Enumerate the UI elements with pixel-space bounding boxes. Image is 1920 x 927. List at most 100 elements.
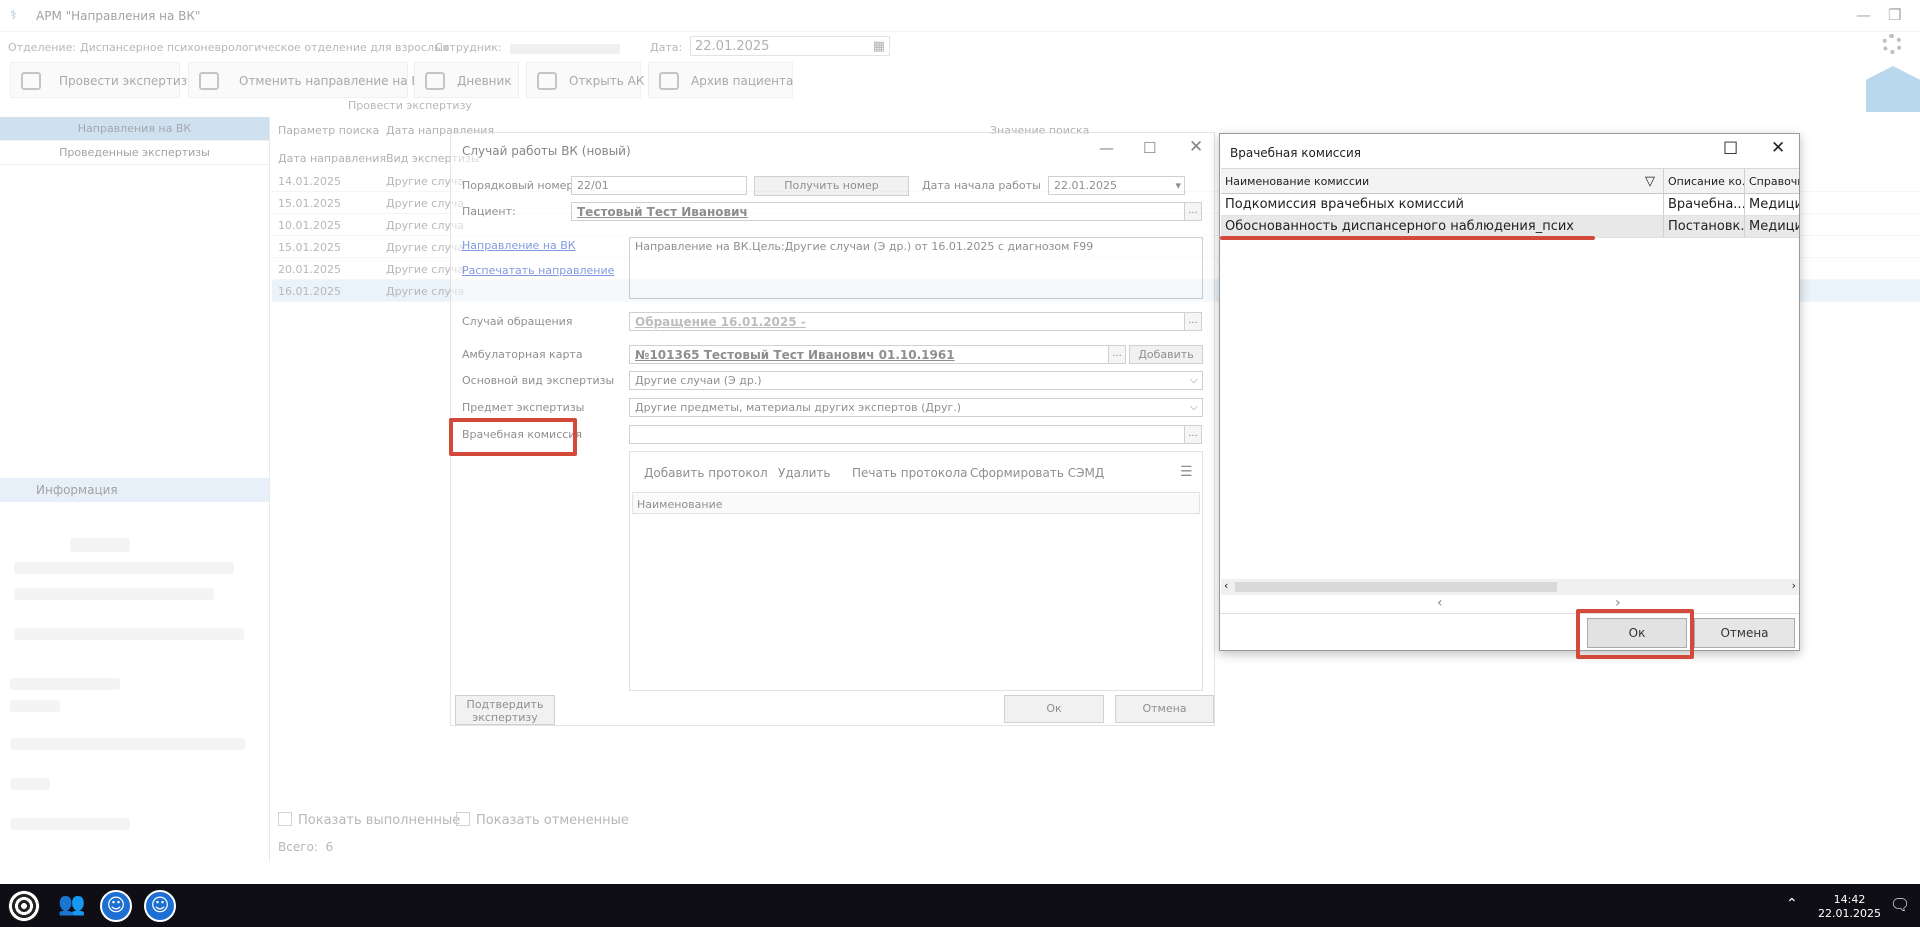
search-param-label: Параметр поиска xyxy=(278,124,380,137)
patient-archive-button[interactable]: Архив пациента xyxy=(648,62,793,98)
card-browse-button[interactable]: ... xyxy=(1108,345,1126,364)
card-label: Амбулаторная карта xyxy=(462,348,583,361)
main-kind-select[interactable]: Другие случаи (Э др.) ⌵ xyxy=(629,371,1203,390)
commission-row-ref-selected[interactable]: Медицин xyxy=(1745,216,1799,238)
visit-label: Случай обращения xyxy=(462,315,573,328)
taskbar-clock[interactable]: 14:42 22.01.2025 xyxy=(1818,893,1881,921)
tray-chevron-up-icon[interactable]: ⌃ xyxy=(1786,896,1798,912)
commission-field[interactable] xyxy=(629,425,1185,444)
info-panel-header: Информация xyxy=(0,478,269,502)
clock-time: 14:42 xyxy=(1833,893,1866,906)
diary-button[interactable]: Дневник xyxy=(414,62,519,98)
taskbar: 👥 ☺ ☺ ⌃ 🗨 xyxy=(0,884,1920,927)
start-fingerprint-icon[interactable] xyxy=(8,890,40,922)
close-icon[interactable]: ✕ xyxy=(1771,138,1785,158)
commission-row-desc-selected[interactable]: Постановк... xyxy=(1664,216,1745,238)
show-done-checkbox[interactable]: Показать выполненные xyxy=(278,812,460,828)
case-ok-button[interactable]: Ок xyxy=(1004,695,1104,723)
chevron-down-icon[interactable]: ▾ xyxy=(1175,179,1181,192)
restore-icon[interactable]: ❐ xyxy=(1888,6,1901,24)
grid-col-date[interactable]: Дата направления xyxy=(278,152,386,165)
get-number-button[interactable]: Получить номер xyxy=(754,176,909,196)
page-prev-icon[interactable]: ‹ xyxy=(1437,595,1443,611)
maximize-icon[interactable]: ☐ xyxy=(1143,139,1156,157)
card-field[interactable]: №101365 Тестовый Тест Иванович 01.10.196… xyxy=(629,345,1109,364)
info-panel: Информация xyxy=(0,478,270,862)
app-titlebar: ⚕ АРМ "Направления на ВК" — ❐ xyxy=(0,0,1920,32)
seq-input[interactable]: 22/01 xyxy=(571,176,747,195)
settings-gear-icon[interactable] xyxy=(1882,34,1902,54)
print-referral-link[interactable]: Распечатать направление xyxy=(462,264,614,277)
date-input[interactable]: 22.01.2025 ▦ xyxy=(690,36,890,56)
subject-label: Предмет экспертизы xyxy=(462,401,585,414)
maximize-icon[interactable]: ☐ xyxy=(1723,139,1738,159)
delete-protocol-button[interactable]: Удалить xyxy=(778,466,831,480)
patient-label: Пациент: xyxy=(462,205,516,218)
referral-link[interactable]: Направление на ВК xyxy=(462,239,576,252)
menu-icon[interactable]: ☰ xyxy=(1180,464,1193,480)
notification-icon[interactable]: 🗨 xyxy=(1890,895,1910,914)
case-dialog-title: Случай работы ВК (новый) xyxy=(462,144,631,158)
subject-select[interactable]: Другие предметы, материалы других экспер… xyxy=(629,398,1203,417)
conduct-exam-button[interactable]: Провести экспертизу xyxy=(10,62,194,98)
patient-field[interactable]: Тестовый Тест Иванович xyxy=(571,202,1185,221)
print-protocol-button[interactable]: Печать протокола xyxy=(852,466,967,480)
scroll-right-icon[interactable]: › xyxy=(1792,579,1796,592)
calendar-icon[interactable]: ▦ xyxy=(873,39,885,54)
commission-cancel-button[interactable]: Отмена xyxy=(1694,618,1795,648)
people-cancel-icon xyxy=(199,72,219,90)
start-date-label: Дата начала работы xyxy=(922,179,1041,192)
start-date-input[interactable]: 22.01.2025 ▾ xyxy=(1048,176,1185,195)
filter-triangle-icon[interactable]: ▽ xyxy=(1645,169,1655,193)
form-semd-button[interactable]: Сформировать СЭМД xyxy=(970,466,1104,480)
main-kind-label: Основной вид экспертизы xyxy=(462,374,615,387)
commission-browse-button[interactable]: ... xyxy=(1184,425,1202,444)
seq-label: Порядковый номер xyxy=(462,179,574,192)
protocol-panel: Добавить протокол Удалить Печать протоко… xyxy=(629,451,1203,691)
patient-browse-button[interactable]: ... xyxy=(1184,202,1202,221)
commission-row-name-selected[interactable]: Обоснованность диспансерного наблюдения_… xyxy=(1221,216,1664,238)
minimize-icon[interactable]: — xyxy=(1099,139,1114,157)
col-commission-name[interactable]: Наименование комиссии ▽ xyxy=(1221,169,1664,194)
date-label: Дата: xyxy=(650,41,683,54)
selected-row-underline-highlight xyxy=(1220,236,1595,240)
protocol-col-name[interactable]: Наименование xyxy=(637,498,722,511)
archive-box-icon xyxy=(537,72,557,90)
scroll-left-icon[interactable]: ‹ xyxy=(1224,579,1228,592)
employee-value-blurred xyxy=(510,44,620,54)
commission-grid: Наименование комиссии ▽ Описание ко... Сп… xyxy=(1221,168,1799,581)
tab-referrals[interactable]: Направления на ВК xyxy=(0,117,269,141)
visit-browse-button[interactable]: ... xyxy=(1184,312,1202,331)
accessibility-icon[interactable]: ☺ xyxy=(144,890,176,922)
scrollbar-thumb[interactable] xyxy=(1235,582,1557,592)
add-card-button[interactable]: Добавить xyxy=(1129,345,1203,364)
add-protocol-button[interactable]: Добавить протокол xyxy=(644,466,768,480)
cancel-referral-button[interactable]: Отменить направление на ВК xyxy=(188,62,428,98)
tab-completed-exams[interactable]: Проведенные экспертизы xyxy=(0,141,269,165)
open-card-button[interactable]: Открыть АК xyxy=(526,62,644,98)
mail-envelope-icon[interactable] xyxy=(1866,66,1920,112)
protocol-grid-header: Наименование xyxy=(632,492,1200,514)
col-commission-ref[interactable]: Справочни xyxy=(1745,169,1799,194)
employee-label: Сотрудник: xyxy=(435,41,502,54)
commission-dialog-header: Врачебная комиссия ☐ ✕ xyxy=(1220,134,1799,168)
total-count: Всего: 6 xyxy=(278,840,334,854)
visit-field[interactable]: Обращение 16.01.2025 - xyxy=(629,312,1185,331)
accessibility-icon[interactable]: ☺ xyxy=(100,890,132,922)
horizontal-scrollbar[interactable]: ‹ › xyxy=(1221,579,1799,595)
col-commission-desc[interactable]: Описание ко... xyxy=(1664,169,1745,194)
chevron-down-icon[interactable]: ⌵ xyxy=(1190,400,1198,414)
minimize-icon[interactable]: — xyxy=(1856,6,1871,24)
case-cancel-button[interactable]: Отмена xyxy=(1115,695,1214,723)
show-cancelled-checkbox[interactable]: Показать отмененные xyxy=(456,812,629,828)
chevron-down-icon[interactable]: ⌵ xyxy=(1190,373,1198,387)
people-app-icon[interactable]: 👥 xyxy=(56,890,88,922)
notebook-icon xyxy=(425,72,445,90)
info-bar: Отделение: Диспансерное психоневрологиче… xyxy=(0,36,1920,58)
commission-row-name[interactable]: Подкомиссия врачебных комиссий xyxy=(1221,194,1664,216)
commission-row-ref[interactable]: Медицин xyxy=(1745,194,1799,216)
confirm-exam-button[interactable]: Подтвердить экспертизу xyxy=(455,695,555,725)
clock-date: 22.01.2025 xyxy=(1818,907,1881,920)
commission-row-desc[interactable]: Врачебна... xyxy=(1664,194,1745,216)
close-icon[interactable]: ✕ xyxy=(1189,137,1203,157)
